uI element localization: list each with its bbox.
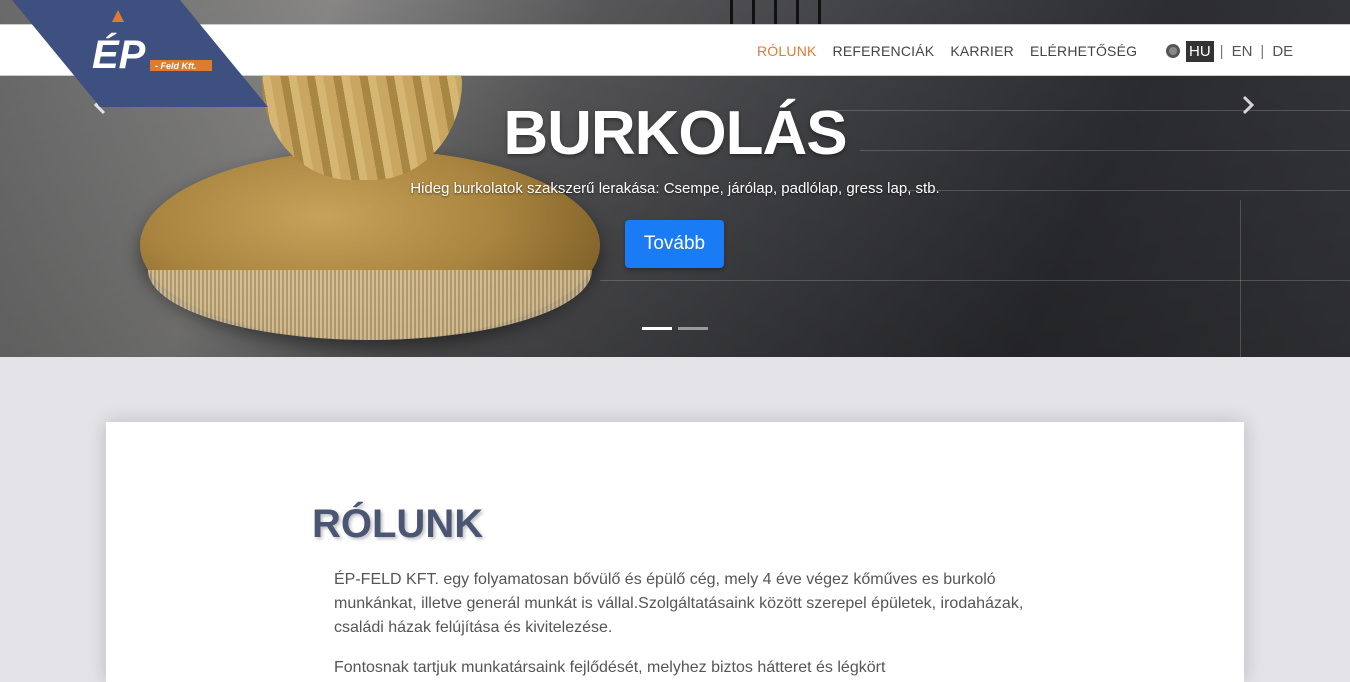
hero-title: BURKOLÁS [503, 99, 847, 168]
about-paragraph: ÉP-FELD KFT. egy folyamatosan bővülő és … [334, 571, 1024, 636]
nav-item-referenciak[interactable]: REFERENCIÁK [833, 43, 935, 59]
carousel-indicator[interactable] [642, 327, 672, 330]
lang-hu[interactable]: HU [1186, 40, 1214, 62]
nav-item-karrier[interactable]: KARRIER [950, 43, 1014, 59]
pouf-fringe [148, 270, 592, 340]
section-title: RÓLUNK [312, 502, 484, 546]
floor-line [600, 280, 1350, 281]
logo-text: ÉP [92, 32, 146, 77]
lang-separator: | [1260, 42, 1265, 60]
logo-graphic: ÉP - Feld Kft. [12, 0, 268, 107]
nav-item-elerhetoseg[interactable]: ELÉRHETŐSÉG [1030, 43, 1137, 59]
company-logo[interactable]: ÉP - Feld Kft. [0, 0, 270, 108]
carousel-indicator[interactable] [678, 327, 708, 330]
lang-en[interactable]: EN [1230, 41, 1255, 62]
hero-subtitle: Hideg burkolatok szakszerű lerakása: Cse… [410, 180, 940, 197]
logo-subtext: - Feld Kft. [155, 61, 197, 71]
lang-separator: | [1219, 42, 1224, 60]
lang-de[interactable]: DE [1270, 41, 1295, 62]
nav-menu: RÓLUNK REFERENCIÁK KARRIER ELÉRHETŐSÉG [757, 25, 1153, 77]
nav-item-rolunk[interactable]: RÓLUNK [757, 43, 817, 59]
about-paragraph: Fontosnak tartjuk munkatársaink fejlődés… [334, 659, 886, 676]
floor-line [1240, 200, 1241, 357]
globe-icon [1166, 44, 1180, 58]
about-card: RÓLUNK ÉP-FELD KFT. egy folyamatosan bőv… [106, 422, 1244, 682]
more-button[interactable]: Tovább [625, 220, 724, 268]
language-switcher: HU | EN | DE [1166, 25, 1295, 77]
